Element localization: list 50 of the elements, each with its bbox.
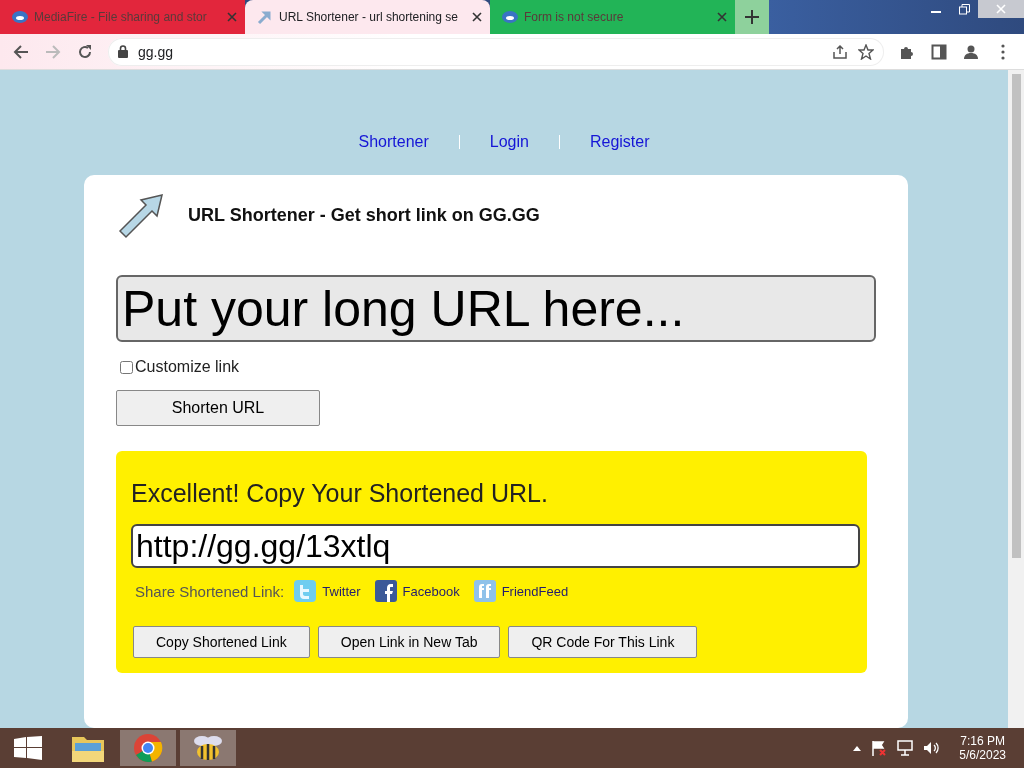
shorten-button[interactable]: Shorten URL <box>116 390 320 426</box>
short-url-field[interactable]: http://gg.gg/13xtlq <box>131 524 860 568</box>
nav-link[interactable]: Login <box>489 133 529 151</box>
url-input-field[interactable]: Put your long URL here... <box>116 275 876 342</box>
bird-icon <box>294 580 317 602</box>
close-icon[interactable] <box>717 12 727 22</box>
page-icon <box>257 9 273 25</box>
chrome-icon <box>133 733 163 763</box>
reload-icon[interactable] <box>77 43 93 60</box>
cloud-icon <box>12 11 28 23</box>
speaker-icon[interactable] <box>923 740 940 756</box>
browser-tab[interactable]: URL Shortener - url shortening se <box>245 0 490 34</box>
new-tab-icon[interactable] <box>745 10 759 24</box>
share-icon[interactable] <box>832 43 848 60</box>
nav-link[interactable]: Shortener <box>358 133 429 151</box>
page-title: URL Shortener - Get short link on GG.GG <box>188 204 540 226</box>
taskbar-app[interactable] <box>180 730 236 766</box>
restore-icon[interactable] <box>958 3 970 15</box>
share-label: Share Shortened Link: <box>135 582 285 600</box>
result-heading: Excellent! Copy Your Shortened URL. <box>131 479 549 508</box>
customize-checkbox[interactable] <box>120 360 133 374</box>
share-link[interactable]: Twitter <box>322 583 361 599</box>
checkbox-label: Customize link <box>135 358 240 376</box>
caret-icon[interactable] <box>853 745 862 751</box>
star-icon[interactable] <box>858 43 874 60</box>
clock-date: 5/6/2023 <box>959 748 1006 762</box>
flag-icon[interactable] <box>871 740 888 756</box>
action-button[interactable]: QR Code For This Link <box>508 626 698 658</box>
friendfeed-icon <box>473 580 496 602</box>
cloud-icon <box>502 11 518 23</box>
profile-icon[interactable] <box>963 43 979 60</box>
arrow-icon <box>116 191 166 239</box>
action-button[interactable]: Copy Shortened Link <box>133 626 310 658</box>
side-panel-icon[interactable] <box>931 43 947 60</box>
lock-icon <box>118 45 128 58</box>
network-icon[interactable] <box>897 740 914 756</box>
scrollbar[interactable] <box>1008 70 1024 728</box>
back-icon[interactable] <box>13 43 29 60</box>
share-link[interactable]: Facebook <box>402 583 460 599</box>
clock-time: 7:16 PM <box>960 734 1005 748</box>
menu-icon[interactable] <box>1001 43 1005 60</box>
windows-icon <box>14 736 42 760</box>
bee-icon <box>192 734 224 762</box>
action-button[interactable]: Open Link in New Tab <box>317 626 501 658</box>
share-link[interactable]: FriendFeed <box>501 583 569 599</box>
facebook-icon <box>374 580 397 602</box>
close-icon[interactable] <box>472 12 482 22</box>
address-bar[interactable]: gg.gg <box>108 37 884 66</box>
browser-tab[interactable]: Form is not secure <box>490 0 735 34</box>
nav-link[interactable]: Register <box>589 133 650 151</box>
